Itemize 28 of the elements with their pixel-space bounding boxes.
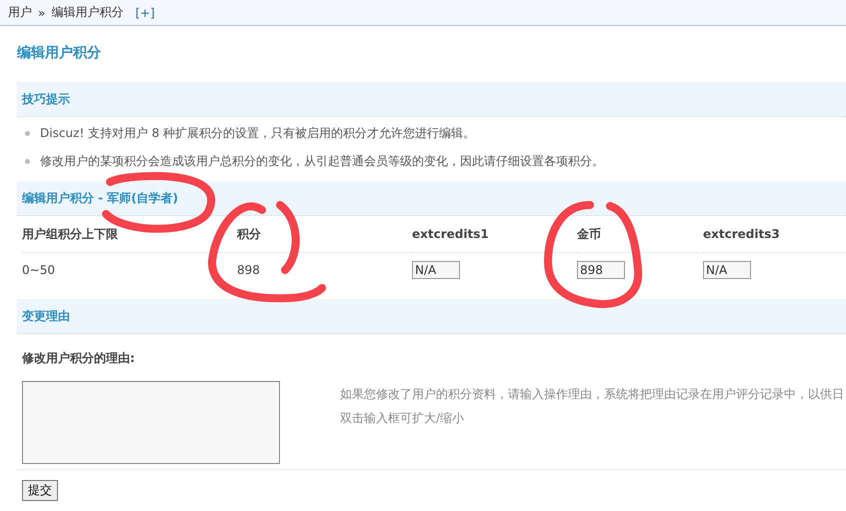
reason-field[interactable] xyxy=(22,381,280,464)
user-name: - 军师(自学者) xyxy=(98,190,178,206)
field-label: 修改用户积分的理由: xyxy=(20,350,136,367)
credit-input[interactable]: 898 xyxy=(577,261,625,279)
breadcrumb-item: 编辑用户积分 xyxy=(51,4,124,21)
tip-text: Discuz! 支持对用户 8 种扩展积分的设置，只有被启用的积分才允许您进行编辑。 xyxy=(40,124,476,142)
column-header: 用户组积分上下限 xyxy=(22,226,118,242)
column-header: extcredits1 xyxy=(412,227,489,241)
column-header: 积分 xyxy=(237,226,261,242)
submit-button[interactable]: 提交 xyxy=(22,480,58,501)
add-link[interactable]: [+] xyxy=(135,6,155,20)
section-title: 编辑用户积分 xyxy=(22,190,94,206)
tip-text: 修改用户的某项积分会造成该用户总积分的变化，从引起普通会员等级的变化，因此请仔细设置各项积分。 xyxy=(40,152,604,170)
column-header: extcredits3 xyxy=(703,227,780,241)
bullet-icon xyxy=(25,130,30,136)
credit-input[interactable]: N/A xyxy=(412,261,460,279)
column-header: 金币 xyxy=(577,226,601,242)
hint-text: 双击输入框可扩大/缩小 xyxy=(340,410,466,427)
section-title: 技巧提示 xyxy=(22,90,70,108)
credit-input[interactable]: N/A xyxy=(703,261,751,279)
table-cell: 0~50 xyxy=(22,263,55,277)
table-cell: 898 xyxy=(237,263,260,277)
page-title: 编辑用户积分 xyxy=(17,44,102,62)
hint-text: 如果您修改了用户的积分资料，请输入操作理由，系统将把理由记录在用户评分记录中，以供日 xyxy=(340,386,844,403)
breadcrumb-separator: » xyxy=(38,6,46,20)
bullet-icon xyxy=(25,158,30,164)
section-title: 变更理由 xyxy=(22,308,70,324)
breadcrumb-item[interactable]: 用户 xyxy=(8,4,32,21)
